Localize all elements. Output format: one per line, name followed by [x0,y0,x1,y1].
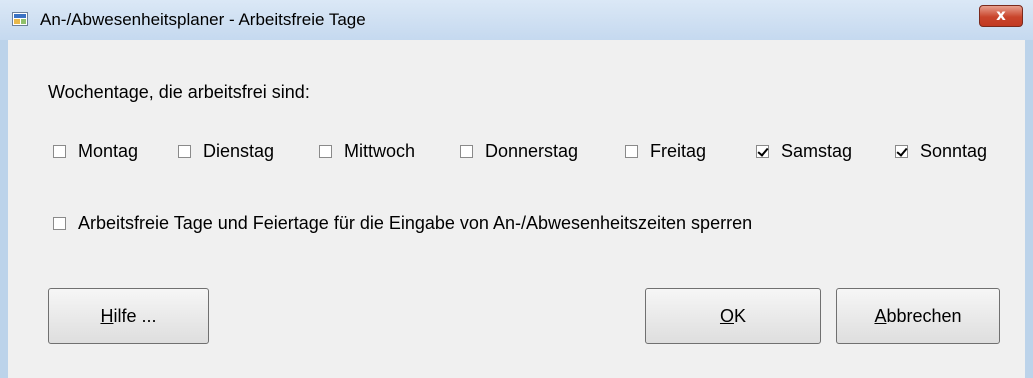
dialog-window: An-/Abwesenheitsplaner - Arbeitsfreie Ta… [0,0,1033,378]
help-button-mnemonic: H [100,306,114,326]
help-button[interactable]: Hilfe ... [48,288,209,344]
ok-button[interactable]: OK [645,288,821,344]
dialog-client-area: Wochentage, die arbeitsfrei sind: Montag… [8,40,1025,378]
checkbox-donnerstag[interactable] [460,145,473,158]
app-icon [12,12,28,26]
cancel-button[interactable]: Abbrechen [836,288,1000,344]
checkbox-sonntag[interactable] [895,145,908,158]
checkbox-label-montag[interactable]: Montag [78,141,138,162]
checkbox-montag[interactable] [53,145,66,158]
help-button-label: ilfe ... [113,306,157,326]
ok-button-label: K [734,306,747,326]
checkbox-label-lock-free-days[interactable]: Arbeitsfreie Tage und Feiertage für die … [78,213,752,234]
cancel-button-label: bbrechen [886,306,962,326]
checkbox-lock-free-days[interactable] [53,217,66,230]
title-bar[interactable]: An-/Abwesenheitsplaner - Arbeitsfreie Ta… [0,0,1033,40]
checkbox-label-mittwoch[interactable]: Mittwoch [344,141,415,162]
close-icon: x [996,6,1006,24]
checkbox-label-samstag[interactable]: Samstag [781,141,852,162]
weekdays-prompt-label: Wochentage, die arbeitsfrei sind: [48,82,310,102]
window-title: An-/Abwesenheitsplaner - Arbeitsfreie Ta… [40,10,366,29]
checkbox-mittwoch[interactable] [319,145,332,158]
checkbox-freitag[interactable] [625,145,638,158]
checkbox-label-dienstag[interactable]: Dienstag [203,141,274,162]
close-button[interactable]: x [979,5,1023,27]
ok-button-mnemonic: O [719,306,734,326]
checkbox-label-donnerstag[interactable]: Donnerstag [485,141,578,162]
checkbox-samstag[interactable] [756,145,769,158]
cancel-button-mnemonic: A [874,306,887,326]
checkbox-label-sonntag[interactable]: Sonntag [920,141,987,162]
checkbox-label-freitag[interactable]: Freitag [650,141,706,162]
checkbox-dienstag[interactable] [178,145,191,158]
